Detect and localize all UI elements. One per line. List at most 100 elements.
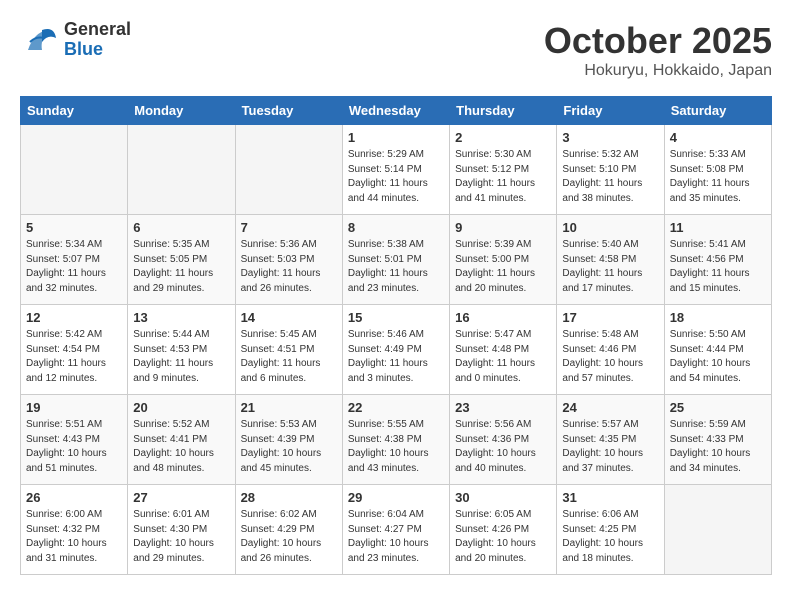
day-cell: 5 Sunrise: 5:34 AM Sunset: 5:07 PM Daylig… bbox=[21, 215, 128, 305]
day-info: Sunrise: 5:52 AM Sunset: 4:41 PM Dayligh… bbox=[133, 418, 229, 476]
header-cell-saturday: Saturday bbox=[664, 97, 771, 125]
day-cell: 15 Sunrise: 5:46 AM Sunset: 4:49 PM Dayli… bbox=[342, 305, 449, 395]
day-info: Sunrise: 5:59 AM Sunset: 4:33 PM Dayligh… bbox=[670, 418, 766, 476]
day-number: 25 bbox=[670, 400, 766, 415]
day-cell: 29 Sunrise: 6:04 AM Sunset: 4:27 PM Dayli… bbox=[342, 485, 449, 575]
day-number: 19 bbox=[26, 400, 122, 415]
day-number: 3 bbox=[562, 130, 658, 145]
day-cell: 25 Sunrise: 5:59 AM Sunset: 4:33 PM Dayli… bbox=[664, 395, 771, 485]
day-number: 29 bbox=[348, 490, 444, 505]
week-row-5: 26Sunrise: 6:00 AM Sunset: 4:32 PM Dayli… bbox=[21, 485, 772, 575]
header-cell-thursday: Thursday bbox=[450, 97, 557, 125]
day-number: 20 bbox=[133, 400, 229, 415]
day-number: 24 bbox=[562, 400, 658, 415]
day-cell: 7 Sunrise: 5:36 AM Sunset: 5:03 PM Daylig… bbox=[235, 215, 342, 305]
day-info: Sunrise: 5:36 AM Sunset: 5:03 PM Dayligh… bbox=[241, 238, 337, 296]
day-number: 14 bbox=[241, 310, 337, 325]
day-number: 28 bbox=[241, 490, 337, 505]
day-info: Sunrise: 6:04 AM Sunset: 4:27 PM Dayligh… bbox=[348, 508, 444, 566]
day-cell: 28 Sunrise: 6:02 AM Sunset: 4:29 PM Dayli… bbox=[235, 485, 342, 575]
day-number: 27 bbox=[133, 490, 229, 505]
day-cell: 22 Sunrise: 5:55 AM Sunset: 4:38 PM Dayli… bbox=[342, 395, 449, 485]
day-cell: 17 Sunrise: 5:48 AM Sunset: 4:46 PM Dayli… bbox=[557, 305, 664, 395]
day-info: Sunrise: 5:45 AM Sunset: 4:51 PM Dayligh… bbox=[241, 328, 337, 386]
day-cell: 11 Sunrise: 5:41 AM Sunset: 4:56 PM Dayli… bbox=[664, 215, 771, 305]
day-number: 17 bbox=[562, 310, 658, 325]
day-cell: 24 Sunrise: 5:57 AM Sunset: 4:35 PM Dayli… bbox=[557, 395, 664, 485]
header-cell-monday: Monday bbox=[128, 97, 235, 125]
day-info: Sunrise: 5:41 AM Sunset: 4:56 PM Dayligh… bbox=[670, 238, 766, 296]
day-cell: 4 Sunrise: 5:33 AM Sunset: 5:08 PM Daylig… bbox=[664, 125, 771, 215]
day-info: Sunrise: 5:29 AM Sunset: 5:14 PM Dayligh… bbox=[348, 148, 444, 206]
header-row: SundayMondayTuesdayWednesdayThursdayFrid… bbox=[21, 97, 772, 125]
logo-icon bbox=[20, 22, 60, 58]
header-cell-wednesday: Wednesday bbox=[342, 97, 449, 125]
day-info: Sunrise: 5:44 AM Sunset: 4:53 PM Dayligh… bbox=[133, 328, 229, 386]
day-info: Sunrise: 5:34 AM Sunset: 5:07 PM Dayligh… bbox=[26, 238, 122, 296]
day-number: 1 bbox=[348, 130, 444, 145]
month-title: October 2025 bbox=[544, 20, 772, 62]
day-cell: 2 Sunrise: 5:30 AM Sunset: 5:12 PM Daylig… bbox=[450, 125, 557, 215]
day-number: 12 bbox=[26, 310, 122, 325]
day-number: 5 bbox=[26, 220, 122, 235]
day-info: Sunrise: 5:38 AM Sunset: 5:01 PM Dayligh… bbox=[348, 238, 444, 296]
day-info: Sunrise: 5:35 AM Sunset: 5:05 PM Dayligh… bbox=[133, 238, 229, 296]
day-cell: 6 Sunrise: 5:35 AM Sunset: 5:05 PM Daylig… bbox=[128, 215, 235, 305]
day-number: 9 bbox=[455, 220, 551, 235]
day-number: 16 bbox=[455, 310, 551, 325]
day-info: Sunrise: 6:06 AM Sunset: 4:25 PM Dayligh… bbox=[562, 508, 658, 566]
day-cell: 8 Sunrise: 5:38 AM Sunset: 5:01 PM Daylig… bbox=[342, 215, 449, 305]
logo-text: General Blue bbox=[64, 20, 131, 60]
day-info: Sunrise: 6:02 AM Sunset: 4:29 PM Dayligh… bbox=[241, 508, 337, 566]
day-number: 8 bbox=[348, 220, 444, 235]
day-info: Sunrise: 5:57 AM Sunset: 4:35 PM Dayligh… bbox=[562, 418, 658, 476]
location: Hokuryu, Hokkaido, Japan bbox=[544, 62, 772, 80]
day-number: 22 bbox=[348, 400, 444, 415]
day-number: 4 bbox=[670, 130, 766, 145]
day-number: 18 bbox=[670, 310, 766, 325]
day-cell bbox=[128, 125, 235, 215]
day-cell: 27 Sunrise: 6:01 AM Sunset: 4:30 PM Dayli… bbox=[128, 485, 235, 575]
day-info: Sunrise: 5:48 AM Sunset: 4:46 PM Dayligh… bbox=[562, 328, 658, 386]
day-cell: 23 Sunrise: 5:56 AM Sunset: 4:36 PM Dayli… bbox=[450, 395, 557, 485]
title-block: October 2025 Hokuryu, Hokkaido, Japan bbox=[544, 20, 772, 80]
day-number: 7 bbox=[241, 220, 337, 235]
header-cell-tuesday: Tuesday bbox=[235, 97, 342, 125]
day-cell: 16Sunrise: 5:47 AM Sunset: 4:48 PM Dayli… bbox=[450, 305, 557, 395]
day-info: Sunrise: 5:30 AM Sunset: 5:12 PM Dayligh… bbox=[455, 148, 551, 206]
day-info: Sunrise: 6:01 AM Sunset: 4:30 PM Dayligh… bbox=[133, 508, 229, 566]
day-info: Sunrise: 5:33 AM Sunset: 5:08 PM Dayligh… bbox=[670, 148, 766, 206]
day-cell: 30Sunrise: 6:05 AM Sunset: 4:26 PM Dayli… bbox=[450, 485, 557, 575]
day-cell: 10Sunrise: 5:40 AM Sunset: 4:58 PM Dayli… bbox=[557, 215, 664, 305]
day-info: Sunrise: 5:55 AM Sunset: 4:38 PM Dayligh… bbox=[348, 418, 444, 476]
day-cell: 21 Sunrise: 5:53 AM Sunset: 4:39 PM Dayli… bbox=[235, 395, 342, 485]
header-cell-friday: Friday bbox=[557, 97, 664, 125]
day-number: 31 bbox=[562, 490, 658, 505]
day-number: 15 bbox=[348, 310, 444, 325]
logo-general: General bbox=[64, 20, 131, 40]
day-number: 30 bbox=[455, 490, 551, 505]
day-cell: 18 Sunrise: 5:50 AM Sunset: 4:44 PM Dayli… bbox=[664, 305, 771, 395]
day-info: Sunrise: 5:53 AM Sunset: 4:39 PM Dayligh… bbox=[241, 418, 337, 476]
day-info: Sunrise: 5:40 AM Sunset: 4:58 PM Dayligh… bbox=[562, 238, 658, 296]
day-cell: 13 Sunrise: 5:44 AM Sunset: 4:53 PM Dayli… bbox=[128, 305, 235, 395]
day-number: 23 bbox=[455, 400, 551, 415]
day-cell: 26Sunrise: 6:00 AM Sunset: 4:32 PM Dayli… bbox=[21, 485, 128, 575]
day-cell: 20 Sunrise: 5:52 AM Sunset: 4:41 PM Dayli… bbox=[128, 395, 235, 485]
day-number: 21 bbox=[241, 400, 337, 415]
header-cell-sunday: Sunday bbox=[21, 97, 128, 125]
day-info: Sunrise: 5:39 AM Sunset: 5:00 PM Dayligh… bbox=[455, 238, 551, 296]
day-cell: 1 Sunrise: 5:29 AM Sunset: 5:14 PM Daylig… bbox=[342, 125, 449, 215]
day-number: 2 bbox=[455, 130, 551, 145]
day-cell: 12Sunrise: 5:42 AM Sunset: 4:54 PM Dayli… bbox=[21, 305, 128, 395]
day-info: Sunrise: 5:56 AM Sunset: 4:36 PM Dayligh… bbox=[455, 418, 551, 476]
week-row-3: 12Sunrise: 5:42 AM Sunset: 4:54 PM Dayli… bbox=[21, 305, 772, 395]
logo-blue: Blue bbox=[64, 40, 131, 60]
week-row-2: 5 Sunrise: 5:34 AM Sunset: 5:07 PM Daylig… bbox=[21, 215, 772, 305]
day-number: 11 bbox=[670, 220, 766, 235]
day-info: Sunrise: 6:00 AM Sunset: 4:32 PM Dayligh… bbox=[26, 508, 122, 566]
day-info: Sunrise: 5:50 AM Sunset: 4:44 PM Dayligh… bbox=[670, 328, 766, 386]
day-info: Sunrise: 5:46 AM Sunset: 4:49 PM Dayligh… bbox=[348, 328, 444, 386]
day-number: 6 bbox=[133, 220, 229, 235]
day-number: 13 bbox=[133, 310, 229, 325]
